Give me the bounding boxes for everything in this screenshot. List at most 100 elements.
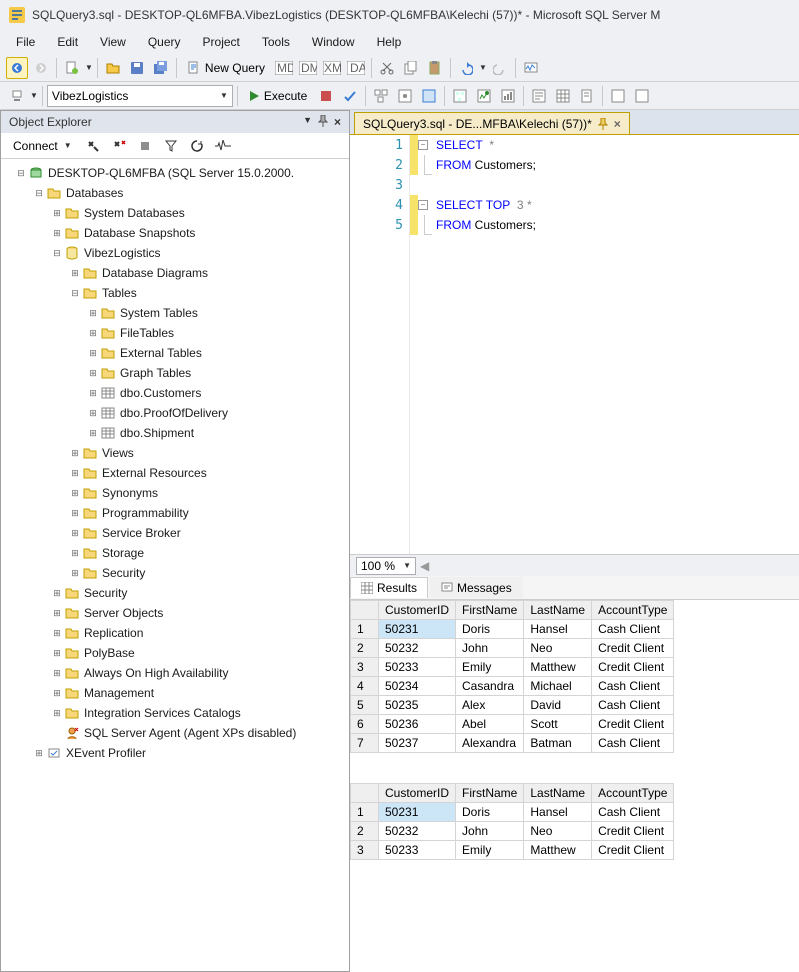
tree-toggle-icon[interactable]: ⊞ xyxy=(69,467,81,479)
cell[interactable]: Scott xyxy=(524,715,592,734)
tree-toggle-icon[interactable]: ⊞ xyxy=(51,667,63,679)
results-text-button[interactable] xyxy=(528,85,550,107)
cell[interactable]: Emily xyxy=(456,658,524,677)
dropdown-arrow-icon[interactable]: ▼ xyxy=(479,63,487,72)
cell[interactable]: Cash Client xyxy=(592,803,674,822)
table-row[interactable]: 150231DorisHanselCash Client xyxy=(351,803,674,822)
tree-item[interactable]: ⊟VibezLogistics xyxy=(1,243,349,263)
menu-tools[interactable]: Tools xyxy=(252,33,300,51)
tree-item[interactable]: ⊞Synonyms xyxy=(1,483,349,503)
execute-button[interactable]: Execute xyxy=(242,85,313,107)
cell[interactable]: John xyxy=(456,639,524,658)
table-row[interactable]: 650236AbelScottCredit Client xyxy=(351,715,674,734)
cell[interactable]: Cash Client xyxy=(592,677,674,696)
dax-button[interactable]: DAX xyxy=(345,57,367,79)
collapse-icon[interactable]: ⊟ xyxy=(15,167,27,179)
tree-toggle-icon[interactable]: ⊞ xyxy=(87,387,99,399)
tree-toggle-icon[interactable]: ⊞ xyxy=(33,747,45,759)
results-grid-2[interactable]: CustomerIDFirstNameLastNameAccountType15… xyxy=(350,783,674,860)
table-row[interactable]: 550235AlexDavidCash Client xyxy=(351,696,674,715)
cell[interactable]: Alexandra xyxy=(456,734,524,753)
row-header[interactable]: 3 xyxy=(351,841,379,860)
cell[interactable]: David xyxy=(524,696,592,715)
cell[interactable]: Batman xyxy=(524,734,592,753)
menu-help[interactable]: Help xyxy=(367,33,412,51)
tree-item[interactable]: ⊞Server Objects xyxy=(1,603,349,623)
row-header[interactable]: 5 xyxy=(351,696,379,715)
tree-toggle-icon[interactable]: ⊞ xyxy=(69,527,81,539)
parse-button[interactable] xyxy=(339,85,361,107)
tree-item[interactable]: ⊞Storage xyxy=(1,543,349,563)
close-icon[interactable]: × xyxy=(614,117,621,131)
heartbeat-icon[interactable] xyxy=(212,135,234,157)
tree-toggle-icon[interactable]: ⊞ xyxy=(51,707,63,719)
cell[interactable]: Michael xyxy=(524,677,592,696)
tree-item[interactable]: ⊞dbo.Shipment xyxy=(1,423,349,443)
zoom-combo[interactable]: 100 %▼ xyxy=(356,557,416,575)
copy-button[interactable] xyxy=(400,57,422,79)
cut-button[interactable] xyxy=(376,57,398,79)
tree-toggle-icon[interactable]: ⊞ xyxy=(69,267,81,279)
redo-button[interactable] xyxy=(489,57,511,79)
tree-toggle-icon[interactable]: ⊞ xyxy=(51,687,63,699)
results-grid-container[interactable]: CustomerIDFirstNameLastNameAccountType15… xyxy=(350,600,799,972)
nav-back-button[interactable] xyxy=(6,57,28,79)
column-header[interactable]: LastName xyxy=(524,601,592,620)
column-header[interactable]: AccountType xyxy=(592,601,674,620)
column-header[interactable]: FirstName xyxy=(456,784,524,803)
refresh-icon[interactable] xyxy=(186,135,208,157)
uncomment-button[interactable] xyxy=(631,85,653,107)
tree-toggle-icon[interactable]: ⊞ xyxy=(51,587,63,599)
table-row[interactable]: 350233EmilyMatthewCredit Client xyxy=(351,658,674,677)
table-row[interactable]: 350233EmilyMatthewCredit Client xyxy=(351,841,674,860)
cell[interactable]: Credit Client xyxy=(592,639,674,658)
tree-toggle-icon[interactable]: ⊞ xyxy=(87,327,99,339)
table-row[interactable]: 250232JohnNeoCredit Client xyxy=(351,639,674,658)
include-client-stats-button[interactable] xyxy=(497,85,519,107)
tree-toggle-icon[interactable]: ⊞ xyxy=(87,307,99,319)
xmla-button[interactable]: XMLA xyxy=(321,57,343,79)
tree-toggle-icon[interactable]: ⊟ xyxy=(33,187,45,199)
cell[interactable]: Alex xyxy=(456,696,524,715)
tree-item[interactable]: ⊞Security xyxy=(1,563,349,583)
menu-view[interactable]: View xyxy=(90,33,136,51)
cell[interactable]: Doris xyxy=(456,803,524,822)
cell[interactable]: Neo xyxy=(524,822,592,841)
tree-toggle-icon[interactable]: ⊟ xyxy=(51,247,63,259)
tree-item[interactable]: ⊞Service Broker xyxy=(1,523,349,543)
tree-toggle-icon[interactable]: ⊞ xyxy=(51,207,63,219)
menu-project[interactable]: Project xyxy=(193,33,250,51)
new-button[interactable] xyxy=(61,57,83,79)
cell[interactable]: 50231 xyxy=(379,803,456,822)
tree-item[interactable]: ⊞External Tables xyxy=(1,343,349,363)
save-all-button[interactable] xyxy=(150,57,172,79)
tree-item[interactable]: ⊞Replication xyxy=(1,623,349,643)
cell[interactable]: Casandra xyxy=(456,677,524,696)
tree-item[interactable]: ⊞dbo.ProofOfDelivery xyxy=(1,403,349,423)
tree-toggle-icon[interactable]: ⊞ xyxy=(69,567,81,579)
cell[interactable]: Cash Client xyxy=(592,696,674,715)
connect-button[interactable]: Connect▼ xyxy=(7,135,78,157)
tree-item[interactable]: ⊞PolyBase xyxy=(1,643,349,663)
results-file-button[interactable] xyxy=(576,85,598,107)
messages-tab[interactable]: Messages xyxy=(430,577,523,598)
tree-toggle-icon[interactable]: ⊟ xyxy=(69,287,81,299)
column-header[interactable]: AccountType xyxy=(592,784,674,803)
menu-edit[interactable]: Edit xyxy=(47,33,88,51)
filter-icon[interactable] xyxy=(160,135,182,157)
tree-item[interactable]: ⊞Graph Tables xyxy=(1,363,349,383)
cell[interactable]: Credit Client xyxy=(592,715,674,734)
cell[interactable]: 50231 xyxy=(379,620,456,639)
results-tab[interactable]: Results xyxy=(350,577,428,598)
scroll-left-icon[interactable]: ◀ xyxy=(420,559,429,573)
cell[interactable]: 50233 xyxy=(379,841,456,860)
fold-icon[interactable]: − xyxy=(418,200,428,210)
table-row[interactable]: 250232JohnNeoCredit Client xyxy=(351,822,674,841)
tree-item[interactable]: ⊞Integration Services Catalogs xyxy=(1,703,349,723)
cell[interactable]: Cash Client xyxy=(592,620,674,639)
tree-item[interactable]: ⊞XEvent Profiler xyxy=(1,743,349,763)
database-combo[interactable]: VibezLogistics ▼ xyxy=(47,85,233,107)
dmx-button[interactable]: DMX xyxy=(297,57,319,79)
tree-toggle-icon[interactable]: ⊞ xyxy=(87,427,99,439)
tree-item[interactable]: ⊟Databases xyxy=(1,183,349,203)
